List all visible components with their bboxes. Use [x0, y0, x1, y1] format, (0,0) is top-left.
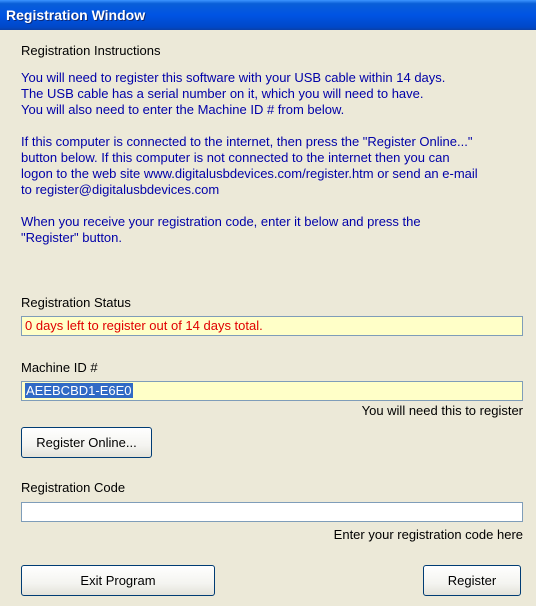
exit-program-button[interactable]: Exit Program — [21, 565, 215, 596]
title-bar[interactable]: Registration Window — [0, 0, 536, 30]
instructions-paragraph: You will need to register this software … — [21, 70, 446, 117]
machine-id-label: Machine ID # — [21, 360, 98, 375]
machine-id-value: AEEBCBD1-E6E0 — [25, 383, 133, 398]
instructions-text: You will need to register this software … — [21, 70, 526, 262]
registration-code-hint: Enter your registration code here — [333, 527, 523, 542]
registration-code-input[interactable] — [21, 502, 523, 522]
registration-code-label: Registration Code — [21, 480, 126, 495]
instructions-paragraph: If this computer is connected to the int… — [21, 134, 478, 197]
status-value: 0 days left to register out of 14 days t… — [25, 318, 263, 333]
status-field: 0 days left to register out of 14 days t… — [21, 316, 523, 336]
instructions-heading: Registration Instructions — [21, 43, 161, 58]
window-title: Registration Window — [6, 7, 146, 23]
machine-id-field[interactable]: AEEBCBD1-E6E0 — [21, 381, 523, 401]
instructions-paragraph: When you receive your registration code,… — [21, 214, 421, 245]
register-online-button[interactable]: Register Online... — [21, 427, 152, 458]
machine-id-hint: You will need this to register — [361, 403, 523, 418]
register-button[interactable]: Register — [423, 565, 521, 596]
status-label: Registration Status — [21, 295, 131, 310]
